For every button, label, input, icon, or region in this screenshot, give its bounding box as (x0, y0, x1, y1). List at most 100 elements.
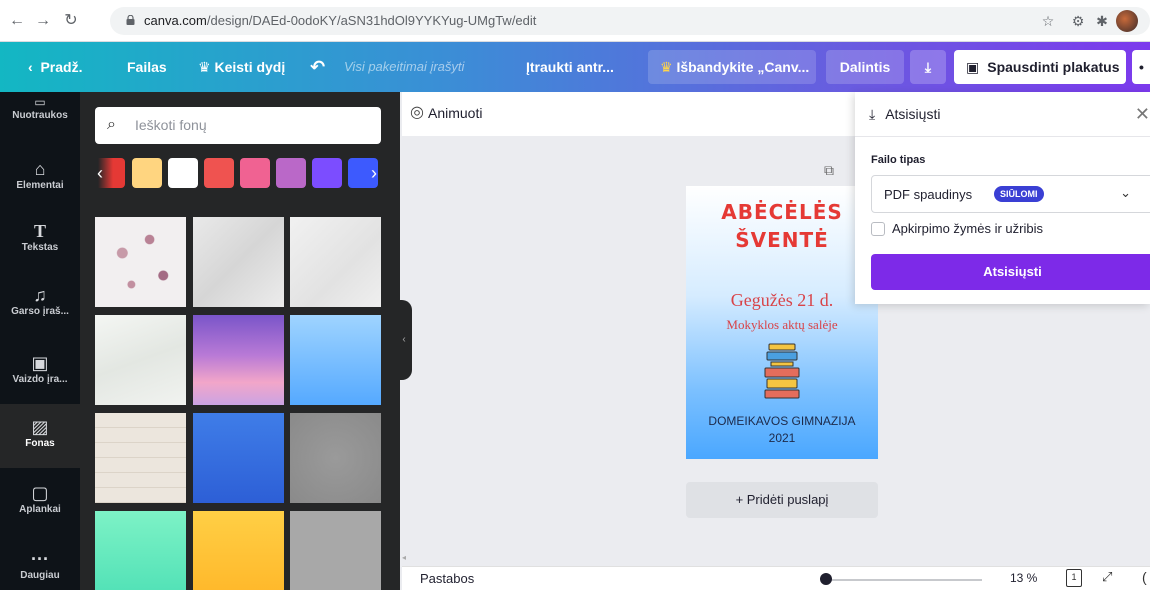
sidebar-item-label: Garso įraš... (11, 306, 69, 317)
sidebar-item-folders[interactable]: ▢ Aplankai (0, 482, 80, 528)
sidebar-item-photos[interactable]: ▭ Nuotraukos (0, 92, 80, 146)
chevron-left-icon[interactable]: ‹ (97, 158, 103, 188)
color-swatch[interactable] (168, 158, 198, 188)
poster-title-line2: ŠVENTĖ (735, 228, 829, 252)
share-button[interactable]: Dalintis (826, 50, 904, 84)
animate-icon[interactable]: ◎ (410, 102, 424, 122)
poster-school: DOMEIKAVOS GIMNAZIJA (708, 414, 856, 428)
editor-toolbar: ‹ Pradž. Failas ♛ Keisti dydį ↶ Visi pak… (0, 42, 1150, 92)
duplicate-page-icon[interactable]: ⧉ (824, 162, 834, 179)
background-tile[interactable] (193, 315, 284, 405)
crown-icon: ♛ (198, 59, 215, 75)
color-swatch[interactable] (240, 158, 270, 188)
back-icon[interactable]: ← (6, 10, 28, 32)
books-icon (764, 343, 800, 399)
bookmark-star-icon[interactable]: ☆ (1038, 11, 1058, 31)
background-tile[interactable] (95, 315, 186, 405)
background-tile[interactable] (95, 413, 186, 503)
forward-icon[interactable]: → (32, 10, 54, 32)
profile-avatar[interactable] (1116, 10, 1138, 32)
design-title[interactable]: Įtraukti antr... (526, 42, 614, 92)
reload-icon[interactable]: ↻ (60, 10, 82, 32)
crown-icon: ♛ (660, 59, 677, 75)
horizontal-scrollbar[interactable]: ◂ (402, 553, 802, 565)
download-button[interactable]: Atsisiųsti (871, 254, 1150, 290)
divider (855, 136, 1150, 137)
sidebar-item-label: Vaizdo įra... (12, 374, 68, 385)
add-page-button[interactable]: + Pridėti puslapį (686, 482, 878, 518)
puzzle-icon[interactable]: ✱ (1092, 11, 1112, 31)
background-icon: ▨ (31, 417, 49, 437)
sidebar-item-more[interactable]: ··· Daugiau (0, 548, 80, 590)
search-input[interactable]: ⌕ Ieškoti fonų (95, 107, 381, 144)
lock-icon (126, 15, 135, 25)
sidebar-item-text[interactable]: T Tekstas (0, 220, 80, 266)
resize-label: Keisti dydį (214, 59, 286, 75)
browser-toolbar: ← → ↻ canva.com/design/DAEd-0odoKY/aSN31… (0, 0, 1150, 42)
search-icon: ⌕ (107, 116, 116, 133)
sidebar-item-label: Elementai (16, 180, 64, 191)
notes-button[interactable]: Pastabos (420, 571, 474, 586)
background-tile[interactable] (290, 315, 381, 405)
fullscreen-icon[interactable]: ⤢ (1102, 569, 1112, 585)
download-icon[interactable]: ⤓ (910, 50, 946, 84)
animate-button[interactable]: Animuoti (428, 105, 482, 121)
zoom-slider-knob[interactable] (820, 573, 832, 585)
sidebar-item-audio[interactable]: ♫ Garso įraš... (0, 284, 80, 330)
color-swatch[interactable] (312, 158, 342, 188)
zoom-slider-track[interactable] (822, 579, 982, 581)
address-bar[interactable]: canva.com/design/DAEd-0odoKY/aSN31hdOl9Y… (110, 7, 1150, 35)
background-tile[interactable] (193, 511, 284, 590)
background-tile[interactable] (95, 217, 186, 307)
file-type-value: PDF spaudinys (884, 187, 973, 202)
print-label: Spausdinti plakatus (987, 59, 1120, 75)
url-host: canva.com (144, 13, 207, 28)
color-swatch[interactable] (276, 158, 306, 188)
color-swatch[interactable] (132, 158, 162, 188)
background-tile[interactable] (95, 511, 186, 590)
more-options-button[interactable]: • (1132, 50, 1150, 84)
poster-page[interactable]: ABĖCĖLĖS ŠVENTĖ Gegužės 21 d. Mokyklos a… (686, 186, 878, 459)
sidebar-item-label: Tekstas (21, 242, 59, 253)
sidebar-item-label: Aplankai (19, 504, 61, 515)
recommended-badge: SIŪLOMI (994, 186, 1044, 202)
folder-icon: ▢ (31, 483, 49, 503)
crop-marks-checkbox[interactable] (871, 222, 885, 236)
background-tile[interactable] (193, 413, 284, 503)
audio-icon: ♫ (33, 285, 47, 305)
print-icon: ▣ (966, 59, 980, 75)
sidebar-item-background[interactable]: ▨ Fonas (0, 404, 80, 468)
sidebar-item-elements[interactable]: ⌂ Elementai (0, 158, 80, 204)
help-icon[interactable]: ( (1142, 569, 1147, 585)
download-panel: ⤓ Atsisiųsti ✕ Failo tipas PDF spaudinys … (855, 92, 1150, 304)
close-icon[interactable]: ✕ (1135, 104, 1150, 125)
download-icon: ⤓ (869, 106, 876, 122)
print-posters-button[interactable]: ▣ Spausdinti plakatus (954, 50, 1126, 84)
home-label: Pradž. (40, 59, 83, 75)
file-type-select[interactable]: PDF spaudinys SIŪLOMI ⌄ (871, 175, 1150, 213)
download-panel-header: ⤓ Atsisiųsti (869, 106, 940, 123)
background-tile[interactable] (290, 511, 381, 590)
crop-marks-label[interactable]: Apkirpimo žymės ir užribis (892, 221, 1043, 236)
try-pro-button[interactable]: ♛ Išbandykite „Canv... (648, 50, 816, 84)
page-count-button[interactable]: 1 (1066, 569, 1082, 587)
background-tile[interactable] (193, 217, 284, 307)
collapse-panel-button[interactable]: ‹ (396, 300, 412, 380)
url-path: /design/DAEd-0odoKY/aSN31hdOl9YYKYug-UMg… (206, 13, 537, 28)
background-tile[interactable] (290, 413, 381, 503)
extension-icon[interactable]: ⚙ (1068, 11, 1088, 31)
poster-year: 2021 (768, 431, 796, 445)
color-swatch[interactable] (204, 158, 234, 188)
poster-date: Gegužės 21 d. (730, 290, 834, 310)
chevron-right-icon[interactable]: › (371, 158, 377, 188)
zoom-level[interactable]: 13 % (1010, 571, 1037, 585)
home-button[interactable]: ‹ Pradž. (28, 42, 82, 92)
background-tile[interactable] (290, 217, 381, 307)
color-swatch-row: ‹ › (95, 158, 385, 192)
background-panel: ⌕ Ieškoti fonų ‹ › (80, 92, 400, 590)
undo-icon[interactable]: ↶ (310, 42, 325, 92)
file-menu-button[interactable]: Failas (127, 42, 167, 92)
sidebar-item-label: Daugiau (20, 570, 60, 581)
resize-button[interactable]: ♛ Keisti dydį (198, 42, 285, 92)
sidebar-item-video[interactable]: ▣ Vaizdo įra... (0, 352, 80, 398)
